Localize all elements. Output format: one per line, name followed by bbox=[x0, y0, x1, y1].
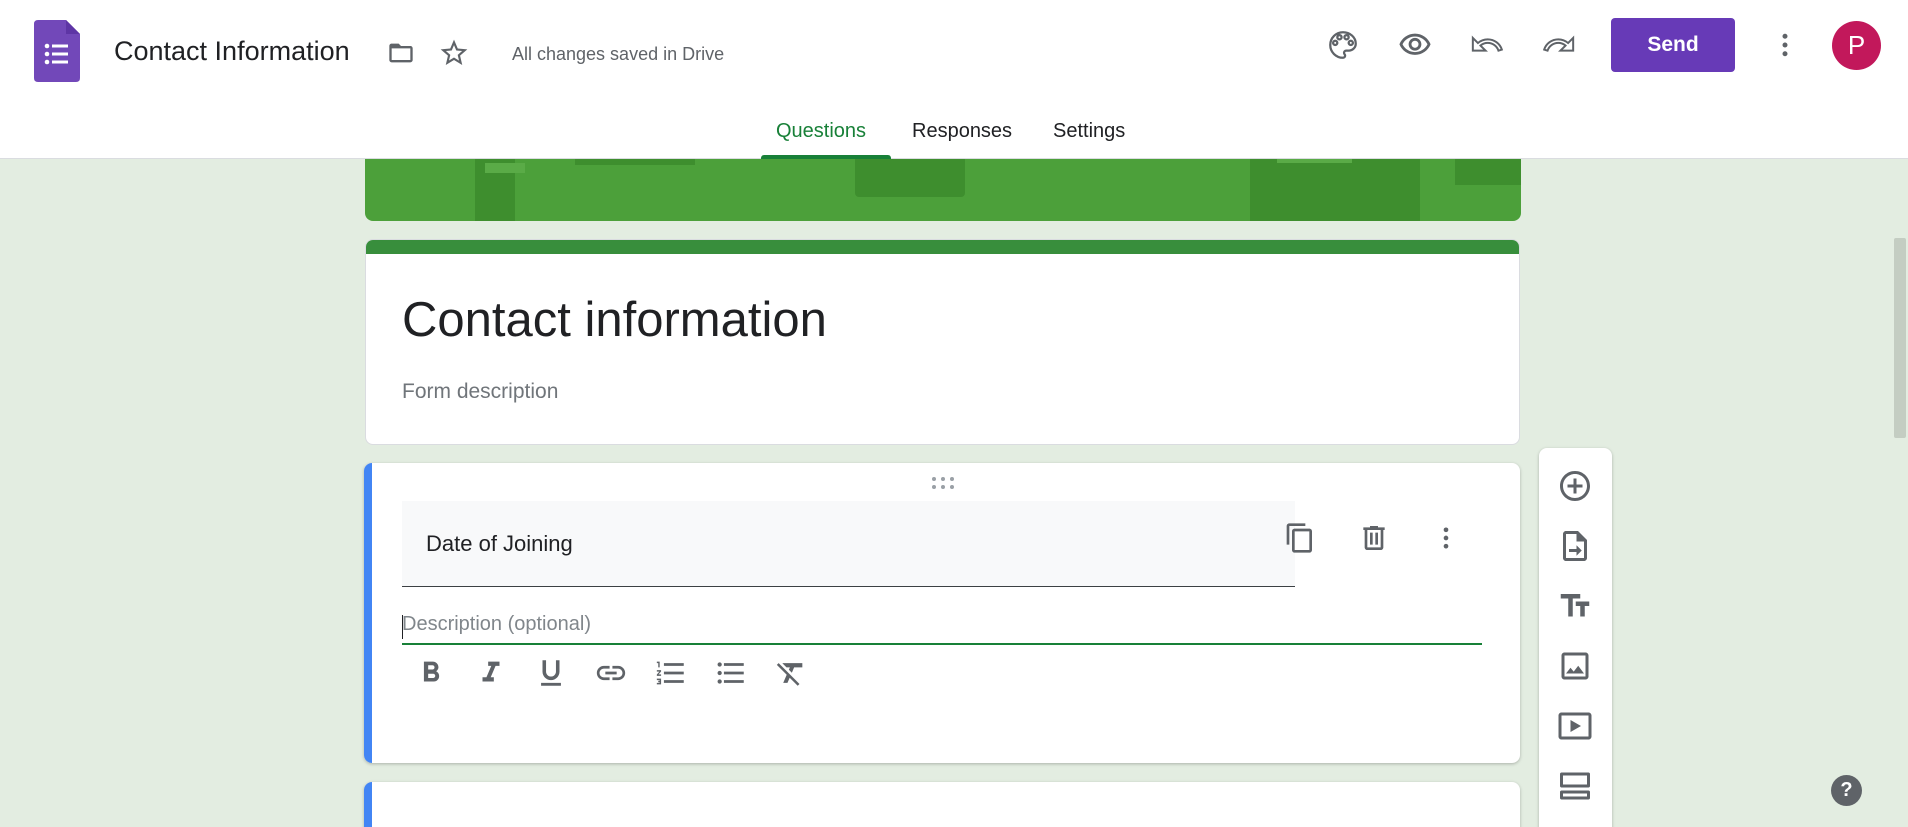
forms-logo-icon[interactable] bbox=[34, 20, 80, 82]
bulleted-list-icon[interactable] bbox=[714, 656, 748, 690]
add-image-icon[interactable] bbox=[1557, 648, 1593, 684]
redo-icon[interactable] bbox=[1542, 28, 1576, 62]
duplicate-icon[interactable] bbox=[1284, 520, 1316, 556]
document-title[interactable]: Contact Information bbox=[114, 36, 350, 67]
question-card[interactable]: Date of Joining Description (optional) bbox=[364, 463, 1520, 763]
add-question-icon[interactable] bbox=[1557, 468, 1593, 504]
question-title-text: Date of Joining bbox=[426, 531, 573, 556]
tab-questions[interactable]: Questions bbox=[776, 120, 866, 143]
italic-icon[interactable] bbox=[474, 656, 508, 690]
scrollbar-thumb[interactable] bbox=[1894, 238, 1906, 438]
bold-icon[interactable] bbox=[414, 656, 448, 690]
question-description-input[interactable]: Description (optional) bbox=[402, 609, 1482, 645]
question-indicator bbox=[364, 782, 372, 827]
question-toolbar bbox=[1539, 448, 1612, 827]
folder-icon[interactable] bbox=[385, 39, 417, 67]
tab-settings[interactable]: Settings bbox=[1053, 120, 1125, 143]
palette-icon[interactable] bbox=[1326, 28, 1360, 62]
add-section-icon[interactable] bbox=[1557, 768, 1593, 804]
next-question-card[interactable] bbox=[364, 782, 1520, 827]
add-video-icon[interactable] bbox=[1557, 708, 1593, 744]
tab-responses[interactable]: Responses bbox=[912, 120, 1012, 143]
undo-icon[interactable] bbox=[1470, 28, 1504, 62]
active-tab-indicator bbox=[761, 155, 891, 159]
active-question-indicator bbox=[364, 463, 372, 763]
clear-format-icon[interactable] bbox=[774, 656, 808, 690]
drag-handle-icon[interactable] bbox=[930, 475, 956, 491]
theme-color-strip bbox=[366, 240, 1519, 254]
numbered-list-icon[interactable] bbox=[654, 656, 688, 690]
user-avatar[interactable]: P bbox=[1832, 21, 1881, 70]
add-title-icon[interactable] bbox=[1557, 588, 1593, 624]
import-questions-icon[interactable] bbox=[1557, 528, 1593, 564]
help-icon[interactable]: ? bbox=[1831, 775, 1862, 806]
delete-icon[interactable] bbox=[1358, 520, 1390, 556]
form-title[interactable]: Contact information bbox=[402, 292, 827, 348]
star-icon[interactable] bbox=[438, 37, 470, 69]
send-button[interactable]: Send bbox=[1611, 18, 1735, 72]
underline-icon[interactable] bbox=[534, 656, 568, 690]
question-more-icon[interactable] bbox=[1432, 520, 1460, 556]
link-icon[interactable] bbox=[594, 656, 628, 690]
question-title-input[interactable]: Date of Joining bbox=[402, 501, 1295, 587]
top-bar: Contact Information All changes saved in… bbox=[0, 0, 1908, 159]
form-title-card[interactable]: Contact information Form description bbox=[365, 239, 1520, 445]
form-tabs: Questions Responses Settings bbox=[0, 112, 1908, 160]
form-description-field[interactable]: Form description bbox=[402, 380, 558, 404]
save-status-text: All changes saved in Drive bbox=[512, 44, 725, 64]
preview-eye-icon[interactable] bbox=[1398, 28, 1432, 62]
more-options-icon[interactable] bbox=[1770, 28, 1800, 62]
